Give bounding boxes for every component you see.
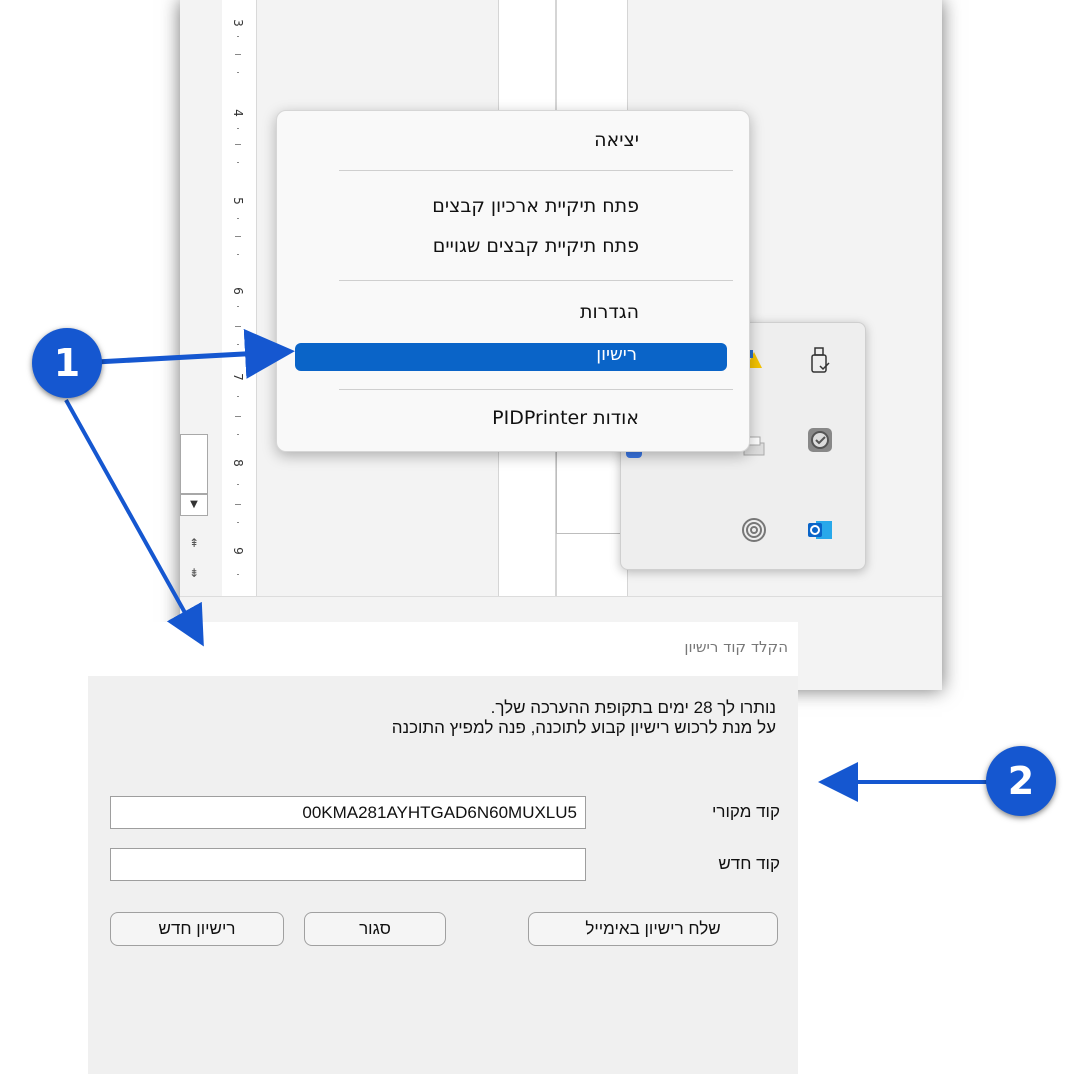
arrow-to-license-item xyxy=(95,328,295,379)
callout-badge-1: 1 xyxy=(32,328,102,398)
callout-arrows xyxy=(64,328,990,802)
callout-badge-2: 2 xyxy=(986,746,1056,816)
arrow-to-dialog xyxy=(64,399,204,647)
